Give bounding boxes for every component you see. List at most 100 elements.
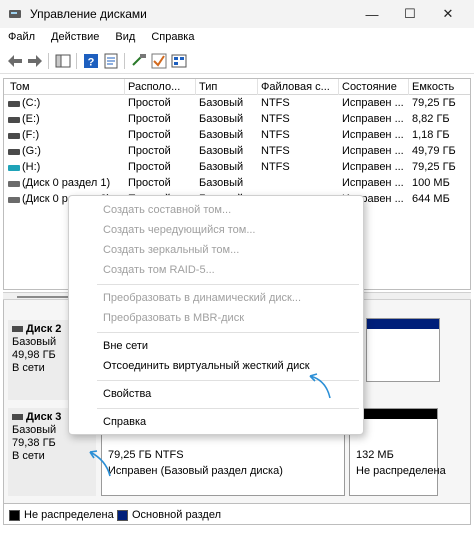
volume-status: Исправен ... — [342, 177, 404, 189]
disk-name: Диск 2 — [26, 323, 62, 335]
legend: Не распределена Основной раздел — [3, 503, 471, 525]
unallocated-status: Не распределена — [356, 465, 446, 477]
volume-filesystem: NTFS — [261, 97, 290, 109]
column-header-capacity[interactable]: Емкость — [412, 81, 470, 93]
menu-item-create-raid5-volume[interactable]: Создать том RAID-5... — [103, 264, 215, 276]
disk-icon — [12, 326, 23, 333]
table-row[interactable]: (G:) Простой Базовый NTFS Исправен ... 49,79 … — [4, 144, 470, 160]
unallocated-size: 132 МБ — [356, 449, 394, 461]
volume-type: Базовый — [199, 161, 244, 173]
menu-item-convert-to-dynamic[interactable]: Преобразовать в динамический диск... — [103, 292, 301, 304]
menu-item-offline[interactable]: Вне сети — [103, 340, 148, 352]
volume-name: (G:) — [22, 145, 41, 157]
legend-unallocated-label: Не распределена — [24, 509, 114, 521]
volume-status: Исправен ... — [342, 161, 404, 173]
table-row[interactable]: (F:) Простой Базовый NTFS Исправен ... 1,18 Г… — [4, 128, 470, 144]
volume-icon — [8, 133, 20, 139]
toolbar: ? — [0, 48, 474, 74]
volume-filesystem: NTFS — [261, 161, 290, 173]
menu-action[interactable]: Действие — [43, 28, 107, 48]
minimize-button[interactable]: — — [354, 0, 390, 28]
volume-type: Базовый — [199, 177, 244, 189]
properties-icon[interactable] — [102, 52, 120, 70]
volume-status: Исправен ... — [342, 97, 404, 109]
volume-name: (C:) — [22, 97, 41, 109]
volume-status: Исправен ... — [342, 145, 404, 157]
legend-primary-label: Основной раздел — [132, 509, 221, 521]
show-hide-console-tree-icon[interactable] — [54, 52, 72, 70]
back-icon[interactable] — [6, 52, 24, 70]
table-row[interactable]: (H:) Простой Базовый NTFS Исправен ... 79,25 … — [4, 160, 470, 176]
menu-separator — [97, 332, 359, 333]
menu-separator — [97, 284, 359, 285]
close-button[interactable]: ✕ — [430, 0, 466, 28]
svg-text:?: ? — [88, 57, 95, 69]
menu-view[interactable]: Вид — [107, 28, 143, 48]
volume-icon — [8, 181, 20, 187]
toolbar-separator — [76, 53, 77, 69]
menu-separator — [97, 408, 359, 409]
toolbar-separator — [124, 53, 125, 69]
column-header-filesystem[interactable]: Файловая с... — [261, 81, 337, 93]
volume-type: Базовый — [199, 113, 244, 125]
maximize-button[interactable]: ☐ — [392, 0, 428, 28]
volume-icon — [8, 117, 20, 123]
volume-capacity: 79,25 ГБ — [412, 97, 456, 109]
volume-capacity: 100 МБ — [412, 177, 450, 189]
volume-filesystem: NTFS — [261, 129, 290, 141]
annotation-arrow-icon — [89, 450, 111, 477]
menu-item-create-mirrored-volume[interactable]: Создать зеркальный том... — [103, 244, 239, 256]
column-header-volume[interactable]: Том — [10, 81, 120, 93]
column-header-status[interactable]: Состояние — [342, 81, 408, 93]
menu-item-convert-to-mbr[interactable]: Преобразовать в MBR-диск — [103, 312, 244, 324]
menu-item-properties[interactable]: Свойства — [103, 388, 151, 400]
volume-layout: Простой — [128, 129, 171, 141]
view-icon[interactable] — [170, 52, 188, 70]
menu-help[interactable]: Справка — [143, 28, 202, 48]
volume-type: Базовый — [199, 145, 244, 157]
volume-name: (Диск 0 раздел 1) — [22, 177, 111, 189]
disk-management-app-icon — [9, 10, 21, 18]
annotation-arrow-icon — [309, 373, 331, 399]
table-row[interactable]: (E:) Простой Базовый NTFS Исправен ... 8,82 Г… — [4, 112, 470, 128]
volume-icon — [8, 165, 20, 171]
menu-bar: Файл Действие Вид Справка — [0, 28, 474, 48]
volume-type: Базовый — [199, 129, 244, 141]
volume-type: Базовый — [199, 97, 244, 109]
menu-item-create-striped-volume[interactable]: Создать чередующийся том... — [103, 224, 256, 236]
volume-filesystem: NTFS — [261, 113, 290, 125]
volume-layout: Простой — [128, 97, 171, 109]
disk-name: Диск 3 — [26, 411, 62, 423]
volume-capacity: 644 МБ — [412, 193, 450, 205]
menu-item-create-spanned-volume[interactable]: Создать составной том... — [103, 204, 231, 216]
disk-size: 79,38 ГБ — [12, 437, 56, 449]
volume-icon — [8, 149, 20, 155]
forward-icon[interactable] — [26, 52, 44, 70]
window-title: Управление дисками — [30, 7, 147, 21]
volume-list-header: Том Располо... Тип Файловая с... Состоян… — [4, 79, 470, 95]
table-row[interactable]: (C:) Простой Базовый NTFS Исправен ... 79,25 … — [4, 96, 470, 112]
volume-capacity: 49,79 ГБ — [412, 145, 456, 157]
menu-file[interactable]: Файл — [0, 28, 43, 48]
column-header-layout[interactable]: Располо... — [128, 81, 194, 93]
volume-status: Исправен ... — [342, 113, 404, 125]
check-icon[interactable] — [150, 52, 168, 70]
volume-filesystem: NTFS — [261, 145, 290, 157]
menu-item-help[interactable]: Справка — [103, 416, 146, 428]
volume-name: (E:) — [22, 113, 40, 125]
menu-item-detach-vhd[interactable]: Отсоединить виртуальный жесткий диск — [103, 360, 310, 372]
volume-name: (F:) — [22, 129, 40, 141]
disk-icon — [12, 414, 23, 421]
title-bar: Управление дисками — ☐ ✕ — [0, 0, 474, 28]
volume-capacity: 8,82 ГБ — [412, 113, 450, 125]
disk-2-partition[interactable] — [366, 318, 440, 382]
partition-status: Исправен (Базовый раздел диска) — [108, 465, 283, 477]
table-row[interactable]: (Диск 0 раздел 1) Простой Базовый Исправен … — [4, 176, 470, 192]
legend-primary-swatch — [117, 510, 128, 521]
partition-color-bar — [367, 319, 439, 329]
volume-layout: Простой — [128, 145, 171, 157]
volume-status: Исправен ... — [342, 129, 404, 141]
connect-icon[interactable] — [130, 52, 148, 70]
help-icon[interactable]: ? — [82, 52, 100, 70]
column-header-type[interactable]: Тип — [199, 81, 257, 93]
